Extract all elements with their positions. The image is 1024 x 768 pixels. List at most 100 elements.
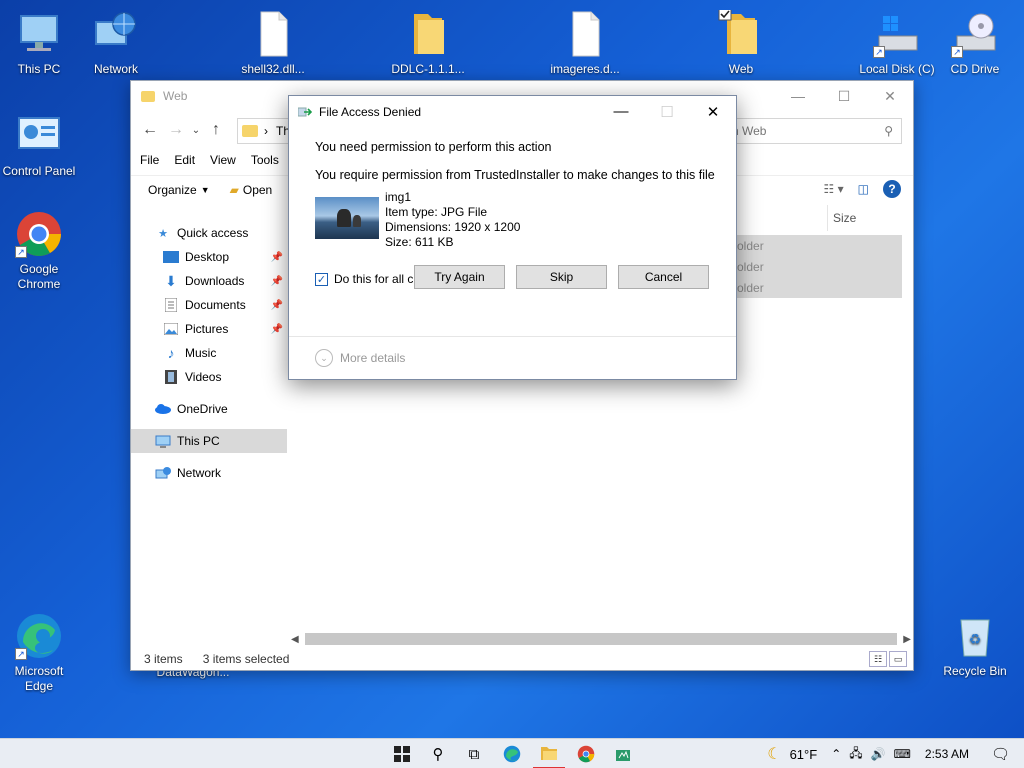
desktop-icon-recycle-bin[interactable]: ♻ Recycle Bin <box>930 612 1020 679</box>
menu-edit[interactable]: Edit <box>174 153 195 167</box>
back-arrow-icon[interactable]: ← <box>137 121 163 139</box>
search-icon[interactable]: ⚲ <box>422 739 454 768</box>
task-view-icon[interactable]: ⧉ <box>458 739 490 768</box>
table-row[interactable]: older <box>727 235 902 256</box>
close-icon[interactable]: ✕ <box>690 96 736 127</box>
file-access-denied-dialog[interactable]: File Access Denied — ☐ ✕ You need permis… <box>288 95 737 380</box>
desktop-icon-network[interactable]: Network <box>71 10 161 77</box>
nav-item-pictures[interactable]: Pictures 📌 <box>131 317 287 341</box>
download-arrow-icon: ⬇ <box>165 272 177 289</box>
nav-item-quick-access[interactable]: ★ Quick access <box>131 221 287 245</box>
nav-item-network[interactable]: Network <box>131 461 287 485</box>
apply-all-checkbox[interactable]: ✓ <box>315 272 328 286</box>
desktop-icon-ddlc[interactable]: DDLC-1.1.1... <box>383 10 473 77</box>
desktop-icon-cd-drive[interactable]: ↗ CD Drive <box>930 10 1020 77</box>
start-button-icon[interactable] <box>386 739 418 768</box>
network-status-icon[interactable]: 🖧 <box>849 744 862 765</box>
desktop-icon-local-disk[interactable]: ↗ Local Disk (C) <box>852 10 942 77</box>
recycle-bin-icon: ♻ <box>951 612 999 660</box>
pin-icon[interactable]: 📌 <box>271 300 283 311</box>
desktop-icon-shell32[interactable]: shell32.dll... <box>228 10 318 77</box>
dialog-titlebar[interactable]: File Access Denied — ☐ ✕ <box>289 96 736 127</box>
nav-label: Downloads <box>185 274 245 288</box>
desktop-icon-imageres[interactable]: imageres.d... <box>540 10 630 77</box>
table-row[interactable]: older <box>727 277 902 298</box>
cancel-button[interactable]: Cancel <box>618 265 709 289</box>
desktop-icon-edge[interactable]: ↗ Microsoft Edge <box>0 612 84 694</box>
weather-temp[interactable]: 61°F <box>790 747 818 762</box>
nav-item-downloads[interactable]: ⬇ Downloads 📌 <box>131 269 287 293</box>
help-icon[interactable]: ? <box>883 180 901 198</box>
file-explorer-icon[interactable] <box>533 739 565 768</box>
open-folder-icon: ▰ <box>229 182 239 197</box>
file-size: Size: 611 KB <box>385 235 454 249</box>
nav-label: Quick access <box>177 226 249 240</box>
recent-dropdown-icon[interactable]: ⌄ <box>189 125 203 136</box>
desktop-icon-control-panel[interactable]: Control Panel <box>0 112 84 179</box>
skip-button[interactable]: Skip <box>516 265 607 289</box>
chrome-icon[interactable] <box>570 739 602 768</box>
this-pc-icon <box>15 10 63 58</box>
scroll-left-icon[interactable]: ◀ <box>291 634 299 645</box>
nav-item-onedrive[interactable]: OneDrive <box>131 397 287 421</box>
nav-item-documents[interactable]: Documents 📌 <box>131 293 287 317</box>
minimize-icon[interactable]: — <box>598 96 644 127</box>
more-details-label: More details <box>340 351 406 365</box>
maximize-icon[interactable]: ☐ <box>821 81 867 111</box>
preview-pane-icon[interactable]: ◫ <box>858 182 869 196</box>
nav-label: This PC <box>177 434 220 448</box>
desktop-icon-label: Recycle Bin <box>943 664 1007 678</box>
nav-item-this-pc[interactable]: This PC <box>131 429 287 453</box>
pin-icon[interactable]: 📌 <box>271 276 283 287</box>
desktop-icon-web[interactable]: Web <box>696 7 786 77</box>
navigation-pane: ★ Quick access Desktop 📌 ⬇ Downloads 📌 D… <box>131 221 287 485</box>
table-row[interactable]: older <box>727 256 902 277</box>
weather-icon[interactable]: ☾ <box>767 744 781 764</box>
menu-file[interactable]: File <box>140 153 159 167</box>
maximize-icon: ☐ <box>660 103 674 121</box>
edge-icon[interactable] <box>496 739 528 768</box>
open-button[interactable]: ▰ Open <box>220 183 283 197</box>
more-details-toggle[interactable]: ⌄ More details <box>315 349 405 367</box>
pin-icon[interactable]: 📌 <box>271 324 283 335</box>
scroll-thumb[interactable] <box>304 633 898 645</box>
horizontal-scrollbar[interactable]: ◀ ▶ <box>291 632 911 646</box>
try-again-button[interactable]: Try Again <box>414 265 505 289</box>
view-controls: ☷ ▾ ◫ ? <box>824 180 901 198</box>
pictures-icon <box>163 322 179 336</box>
details-view-icon[interactable]: ☷ <box>869 651 887 667</box>
menu-tools[interactable]: Tools <box>251 153 279 167</box>
nav-label: Videos <box>185 370 222 384</box>
scroll-right-icon[interactable]: ▶ <box>903 634 911 645</box>
shortcut-arrow-icon: ↗ <box>873 46 885 58</box>
pin-icon[interactable]: 📌 <box>271 252 283 263</box>
search-input[interactable]: h Web ⚲ <box>717 118 902 144</box>
minimize-icon[interactable]: — <box>775 81 821 111</box>
nav-label: Music <box>185 346 217 360</box>
view-options-icon[interactable]: ☷ ▾ <box>824 182 844 196</box>
column-header-size[interactable]: Size <box>827 205 905 231</box>
volume-icon[interactable]: 🔊 <box>871 747 886 761</box>
image-thumbnail <box>315 197 379 239</box>
menu-view[interactable]: View <box>210 153 236 167</box>
breadcrumb-chevron-icon: › <box>264 124 268 138</box>
notification-icon[interactable]: 🗨 <box>991 745 1010 763</box>
nav-label: Pictures <box>185 322 229 336</box>
close-icon[interactable]: ✕ <box>867 81 913 111</box>
file-type: Item type: JPG File <box>385 205 488 219</box>
up-arrow-icon[interactable]: ↑ <box>203 121 229 139</box>
desktop-icon-label: CD Drive <box>950 62 1000 76</box>
nav-item-desktop[interactable]: Desktop 📌 <box>131 245 287 269</box>
shortcut-arrow-icon: ↗ <box>951 46 963 58</box>
large-icons-view-icon[interactable]: ▭ <box>889 651 907 667</box>
tray-chevron-up-icon[interactable]: ⌃ <box>831 747 841 761</box>
app-icon[interactable] <box>607 739 639 768</box>
keyboard-icon[interactable]: ⌨ <box>894 747 911 761</box>
nav-item-music[interactable]: ♪ Music <box>131 341 287 365</box>
clock[interactable]: 2:53 AM <box>925 747 969 761</box>
desktop-icon-chrome[interactable]: ↗ Google Chrome <box>0 210 84 292</box>
organize-button[interactable]: Organize ▼ <box>138 183 220 197</box>
desktop-icon-label: Microsoft Edge <box>14 664 64 693</box>
nav-item-videos[interactable]: Videos <box>131 365 287 389</box>
forward-arrow-icon[interactable]: → <box>163 121 189 139</box>
